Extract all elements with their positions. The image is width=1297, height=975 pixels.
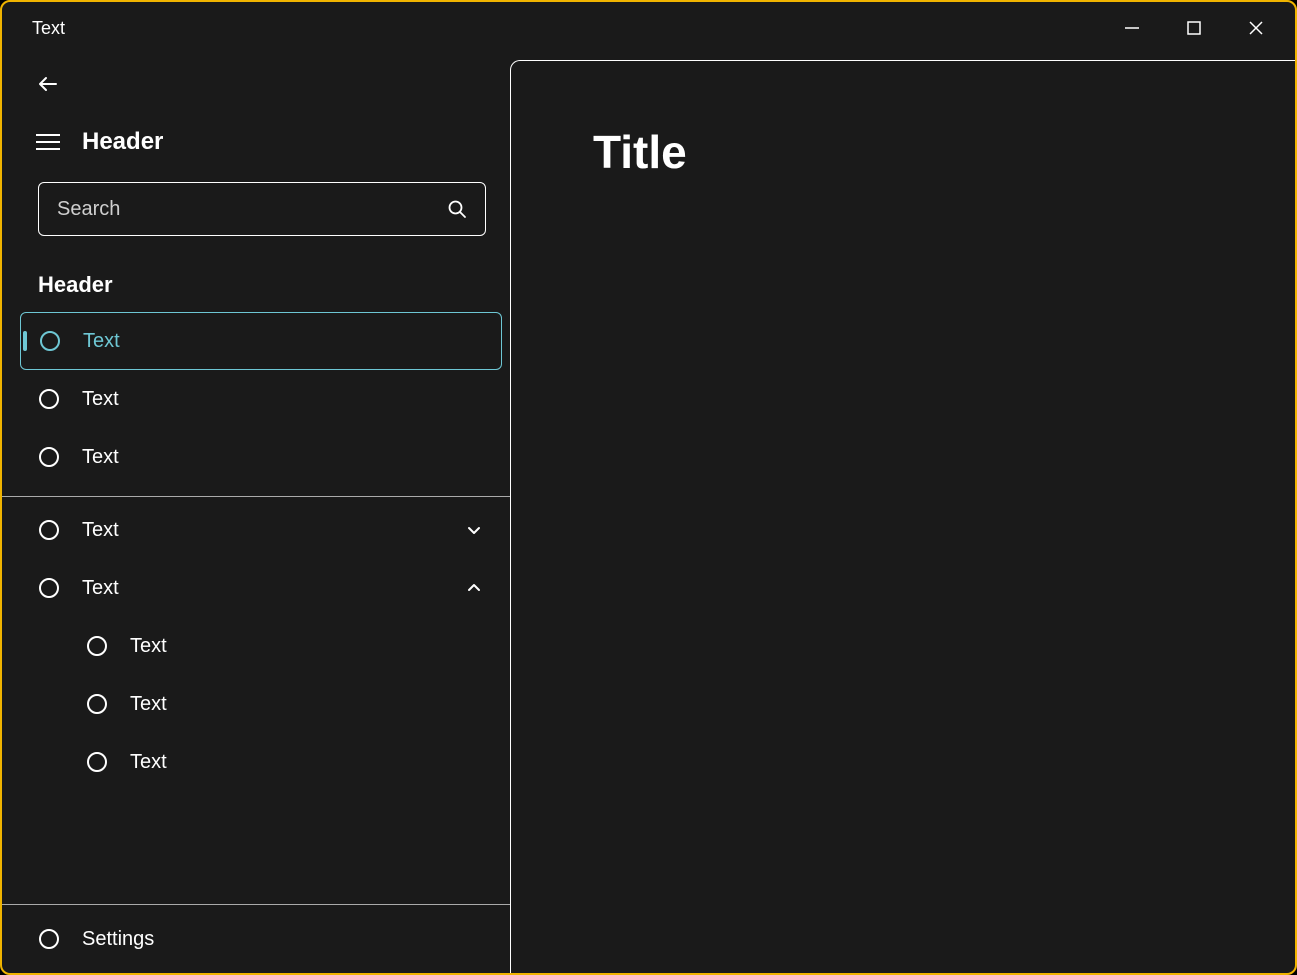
- circle-icon: [38, 388, 60, 410]
- settings-label: Settings: [82, 928, 510, 951]
- nav-subitem[interactable]: Text: [2, 617, 510, 675]
- close-button[interactable]: [1225, 7, 1287, 49]
- circle-icon: [38, 446, 60, 468]
- search-row: [2, 170, 510, 248]
- nav-item[interactable]: Text: [2, 370, 510, 428]
- hamburger-icon: [36, 132, 60, 152]
- hamburger-button[interactable]: [36, 132, 60, 152]
- minimize-icon: [1124, 20, 1140, 36]
- page-title: Title: [593, 125, 1295, 179]
- nav-scroll: Header Text Text Text: [2, 248, 510, 904]
- app-window: Text Header: [0, 0, 1297, 975]
- circle-icon: [38, 519, 60, 541]
- search-icon: [447, 199, 467, 219]
- chevron-up-icon: [466, 580, 482, 596]
- circle-icon: [86, 751, 108, 773]
- nav-item-label: Text: [83, 330, 473, 353]
- nav-subitem[interactable]: Text: [2, 733, 510, 791]
- circle-icon: [39, 330, 61, 352]
- nav-item-label: Text: [82, 388, 482, 411]
- nav-item-expandable[interactable]: Text: [2, 559, 510, 617]
- circle-icon: [86, 693, 108, 715]
- nav-subitem[interactable]: Text: [2, 675, 510, 733]
- sidebar: Header Header Text: [2, 54, 510, 973]
- search-box[interactable]: [38, 182, 486, 236]
- nav-group-2: Text Text Text Text: [2, 501, 510, 791]
- arrow-left-icon: [36, 72, 60, 96]
- sidebar-header: Header: [2, 114, 510, 170]
- settings-item[interactable]: Settings: [2, 905, 510, 973]
- back-row: [2, 54, 510, 114]
- nav-item[interactable]: Text: [2, 428, 510, 486]
- nav-item-label: Text: [130, 635, 482, 658]
- nav-item-expandable[interactable]: Text: [2, 501, 510, 559]
- section-header: Header: [2, 248, 510, 312]
- window-controls: [1101, 7, 1287, 49]
- maximize-icon: [1186, 20, 1202, 36]
- nav-item-label: Text: [130, 751, 482, 774]
- circle-icon: [38, 928, 60, 950]
- body: Header Header Text: [2, 54, 1295, 973]
- titlebar: Text: [2, 2, 1295, 54]
- sidebar-header-label: Header: [82, 128, 163, 156]
- nav-item-label: Text: [82, 577, 444, 600]
- nav-item-label: Text: [82, 519, 444, 542]
- divider: [2, 496, 510, 497]
- nav-group-1: Text Text Text: [2, 312, 510, 486]
- minimize-button[interactable]: [1101, 7, 1163, 49]
- nav-item-label: Text: [82, 446, 482, 469]
- back-button[interactable]: [36, 72, 60, 96]
- circle-icon: [38, 577, 60, 599]
- nav-item-label: Text: [130, 693, 482, 716]
- close-icon: [1248, 20, 1264, 36]
- search-input[interactable]: [57, 198, 447, 221]
- main-content: Title: [510, 60, 1295, 973]
- chevron-down-icon: [466, 522, 482, 538]
- maximize-button[interactable]: [1163, 7, 1225, 49]
- nav-item[interactable]: Text: [20, 312, 502, 370]
- circle-icon: [86, 635, 108, 657]
- window-title: Text: [32, 18, 65, 39]
